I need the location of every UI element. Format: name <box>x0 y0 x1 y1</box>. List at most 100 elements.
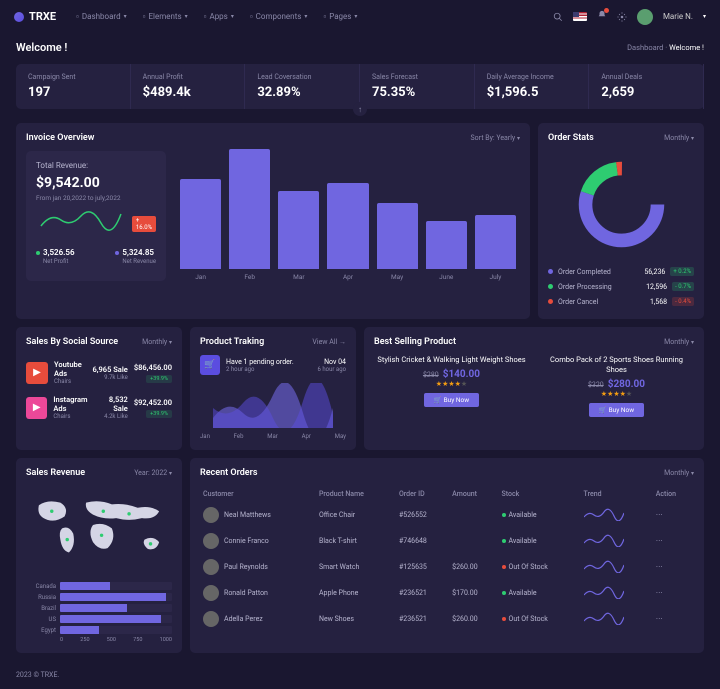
tracking-months: JanFebMarAprMay <box>200 433 346 440</box>
layers-icon: ▫ <box>143 12 146 21</box>
trend-sparkline <box>584 507 624 521</box>
sales-social-card: Sales By Social Source Monthly ▾ ▶Youtub… <box>16 327 182 450</box>
view-all-link[interactable]: View All → <box>312 338 346 346</box>
buy-button[interactable]: 🛒 Buy Now <box>589 403 644 417</box>
row-actions-icon[interactable]: ⋯ <box>656 511 663 519</box>
track-line2: Nov 04 <box>318 358 346 366</box>
topbar: TRXE ▫Dashboard▾▫Elements▾▫Apps▾▫Compone… <box>0 0 720 33</box>
flag-icon[interactable] <box>573 12 587 21</box>
file-icon: ▫ <box>323 12 326 21</box>
period-dropdown[interactable]: Monthly ▾ <box>664 469 694 477</box>
kpi-row: 3,526.56Net Profit 5,324.85Net Revenue <box>36 247 156 265</box>
social-item: ▶Instagram AdsChairs8,532 Sale4.2k Like$… <box>26 390 172 425</box>
chevron-down-icon[interactable]: ▾ <box>703 13 706 20</box>
metric: Daily Average Income$1,596.5 <box>475 64 590 109</box>
revenue-value: $9,542.00 <box>36 175 156 191</box>
search-icon[interactable] <box>553 12 563 22</box>
table-row: Connie FrancoBlack T-shirt#746648Availab… <box>200 528 694 554</box>
world-map <box>26 486 172 576</box>
metric-value: 75.35% <box>372 85 462 100</box>
track-line2-sub: 6 hour ago <box>318 366 346 373</box>
hbar: Egypt <box>26 626 172 634</box>
product-tracking-card: Product Traking View All → 🛒 Have 1 pend… <box>190 327 356 450</box>
row-actions-icon[interactable]: ⋯ <box>656 589 663 597</box>
legend-item: Order Processing12,596- 0.7% <box>548 279 694 294</box>
legend-item: Order Cancel1,568- 0.4% <box>548 294 694 309</box>
trend-sparkline <box>584 585 624 599</box>
card-title: Invoice Overview <box>26 133 94 143</box>
sort-dropdown[interactable]: Sort By: Yearly ▾ <box>471 134 520 142</box>
revenue-period: From jan 20,2022 to july,2022 <box>36 194 156 202</box>
social-item: ▶Youtube AdsChairs6,965 Sale9.7k Like$86… <box>26 355 172 390</box>
period-dropdown[interactable]: Monthly ▾ <box>664 338 694 346</box>
metric: Lead Coversation 32.89% <box>245 64 360 109</box>
nav-apps[interactable]: ▫Apps▾ <box>198 8 240 25</box>
metric-label: Lead Coversation <box>257 73 347 81</box>
th: Stock <box>499 486 581 502</box>
track-line1-sub: 2 hour ago <box>226 366 312 373</box>
row-actions-icon[interactable]: ⋯ <box>656 537 663 545</box>
bar: July <box>475 215 516 281</box>
th: Product Name <box>316 486 396 502</box>
metric: Campaign Sent197 <box>16 64 131 109</box>
buy-button[interactable]: 🛒 Buy Now <box>424 393 479 407</box>
card-title: Product Traking <box>200 337 264 347</box>
footer: 2023 © TRXE. <box>0 661 720 689</box>
topbar-right: Marie N. ▾ <box>553 9 706 25</box>
invoice-bars: JanFebMarAprMayJuneJuly <box>176 151 520 281</box>
pct-badge: +39.9% <box>146 410 172 418</box>
metric-value: 2,659 <box>601 85 691 100</box>
avatar <box>203 507 219 523</box>
kpi: 3,526.56Net Profit <box>36 247 75 265</box>
kpi: 5,324.85Net Revenue <box>115 247 156 265</box>
breadcrumb: Dashboard · Welcome ! <box>627 43 704 52</box>
crumb-dashboard[interactable]: Dashboard <box>627 43 663 52</box>
hbar: US <box>26 615 172 623</box>
tracking-area-chart <box>200 383 346 428</box>
nav-dashboard[interactable]: ▫Dashboard▾ <box>70 8 133 25</box>
card-title: Sales By Social Source <box>26 337 118 347</box>
logo[interactable]: TRXE <box>14 10 56 23</box>
user-name: Marie N. <box>663 12 693 21</box>
year-dropdown[interactable]: Year: 2022 ▾ <box>134 469 172 477</box>
period-dropdown[interactable]: Monthly ▾ <box>664 134 694 142</box>
nav-elements[interactable]: ▫Elements▾ <box>137 8 194 25</box>
track-line1: Have 1 pending order. <box>226 358 312 366</box>
metric-label: Annual Profit <box>143 73 233 81</box>
bar: Mar <box>278 191 319 281</box>
nav-pages[interactable]: ▫Pages▾ <box>317 8 363 25</box>
row-actions-icon[interactable]: ⋯ <box>656 563 663 571</box>
nav-components[interactable]: ▫Components▾ <box>244 8 314 25</box>
trend-sparkline <box>584 533 624 547</box>
revenue-badge: + 16.0% <box>132 216 156 232</box>
metric-value: $489.4k <box>143 85 233 100</box>
settings-icon[interactable] <box>617 12 627 22</box>
legend-item: Order Completed56,236+ 0.2% <box>548 264 694 279</box>
table-header-row: CustomerProduct NameOrder IDAmountStockT… <box>200 486 694 502</box>
product-card: Combo Pack of 2 Sports Shoes Running Sho… <box>539 355 694 417</box>
collapse-button[interactable]: ↑ <box>353 102 367 116</box>
metric-value: 32.89% <box>257 85 347 100</box>
avatar <box>203 611 219 627</box>
crumb-current: Welcome ! <box>669 43 704 52</box>
bar: Feb <box>229 149 270 281</box>
metric: Sales Forecast 75.35% <box>360 64 475 109</box>
pct-badge: +39.9% <box>146 375 172 383</box>
trend-sparkline <box>584 611 624 625</box>
bar: Jan <box>180 179 221 281</box>
th: Order ID <box>396 486 449 502</box>
metrics-bar: Campaign Sent197 Annual Profit $489.4k Lead… <box>16 64 704 109</box>
chevron-down-icon: ▾ <box>185 13 188 20</box>
notifications-icon[interactable] <box>597 10 607 23</box>
avatar[interactable] <box>637 9 653 25</box>
period-dropdown[interactable]: Monthly ▾ <box>142 338 172 346</box>
hbar: Canada <box>26 582 172 590</box>
row-actions-icon[interactable]: ⋯ <box>656 615 663 623</box>
avatar <box>203 585 219 601</box>
home-icon: ▫ <box>76 12 79 21</box>
metric-label: Annual Deals <box>601 73 691 81</box>
revenue-bars: CanadaRussiaBrazilUSEgypt <box>26 582 172 634</box>
page-header: Welcome ! Dashboard · Welcome ! <box>0 33 720 58</box>
metric-label: Sales Forecast <box>372 73 462 81</box>
avatar <box>203 533 219 549</box>
